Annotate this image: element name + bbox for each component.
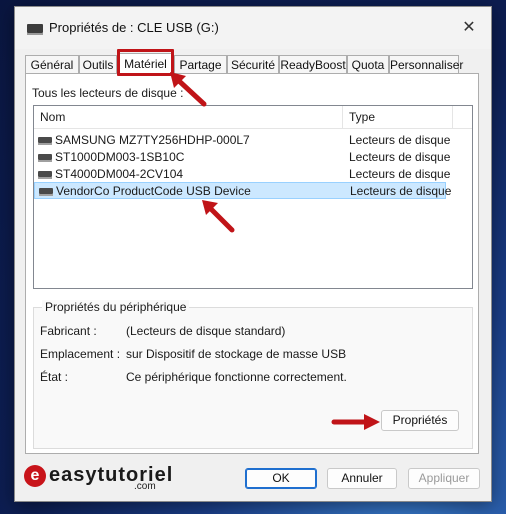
device-properties-group: Propriétés du périphérique Fabricant : (… bbox=[33, 300, 473, 449]
brand-suffix: .com bbox=[134, 481, 156, 492]
title-bar: Propriétés de : CLE USB (G:) ✕ bbox=[15, 7, 491, 49]
tab-readyboost[interactable]: ReadyBoost bbox=[279, 55, 347, 73]
hardware-panel: Tous les lecteurs de disque : Nom Type S… bbox=[25, 73, 479, 454]
status-value: Ce périphérique fonctionne correctement. bbox=[126, 370, 347, 384]
location-label: Emplacement : bbox=[40, 347, 121, 361]
disk-row[interactable]: ST1000DM003-1SB10C Lecteurs de disque bbox=[34, 149, 450, 166]
column-header-type[interactable]: Type bbox=[349, 110, 375, 124]
annotation-arrow-icon bbox=[202, 200, 235, 233]
tab-general[interactable]: Général bbox=[25, 55, 79, 73]
cancel-button[interactable]: Annuler bbox=[327, 468, 397, 489]
close-icon: ✕ bbox=[462, 19, 476, 36]
column-divider[interactable] bbox=[452, 106, 453, 128]
disk-drive-icon bbox=[38, 137, 52, 145]
status-label: État : bbox=[40, 370, 69, 384]
tab-outils[interactable]: Outils bbox=[79, 55, 117, 73]
ok-button[interactable]: OK bbox=[245, 468, 317, 489]
window-title: Propriétés de : CLE USB (G:) bbox=[49, 20, 219, 35]
disk-drive-icon bbox=[38, 154, 52, 162]
disk-drive-icon bbox=[39, 188, 53, 196]
disk-type: Lecteurs de disque bbox=[349, 133, 451, 147]
usb-drive-icon bbox=[27, 24, 43, 35]
properties-button[interactable]: Propriétés bbox=[381, 410, 459, 431]
tab-securite[interactable]: Sécurité bbox=[227, 55, 279, 73]
disk-type: Lecteurs de disque bbox=[349, 150, 451, 164]
disk-row-selected[interactable]: VendorCo ProductCode USB Device Lecteurs… bbox=[34, 182, 451, 199]
close-button[interactable]: ✕ bbox=[455, 15, 483, 41]
disk-row[interactable]: SAMSUNG MZ7TY256HDHP-000L7 Lecteurs de d… bbox=[34, 132, 450, 149]
disk-list-label: Tous les lecteurs de disque : bbox=[32, 86, 184, 100]
disk-type: Lecteurs de disque bbox=[350, 184, 452, 198]
disk-type: Lecteurs de disque bbox=[349, 167, 451, 181]
disk-row[interactable]: ST4000DM004-2CV104 Lecteurs de disque bbox=[34, 166, 450, 183]
disk-name: SAMSUNG MZ7TY256HDHP-000L7 bbox=[55, 133, 250, 147]
annotation-arrow-icon bbox=[331, 414, 380, 430]
properties-dialog: Propriétés de : CLE USB (G:) ✕ Général O… bbox=[14, 6, 492, 502]
disk-name: ST4000DM004-2CV104 bbox=[55, 167, 184, 181]
disk-list[interactable]: Nom Type SAMSUNG MZ7TY256HDHP-000L7 Lect… bbox=[33, 105, 473, 289]
location-value: sur Dispositif de stockage de masse USB bbox=[126, 347, 347, 361]
column-divider[interactable] bbox=[342, 106, 343, 128]
brand-logo: e bbox=[24, 465, 46, 487]
column-header-name[interactable]: Nom bbox=[40, 110, 65, 124]
tab-quota[interactable]: Quota bbox=[347, 55, 389, 73]
disk-name: ST1000DM003-1SB10C bbox=[55, 150, 185, 164]
list-header: Nom Type bbox=[34, 106, 472, 129]
disk-drive-icon bbox=[38, 171, 52, 179]
tab-personnaliser[interactable]: Personnaliser bbox=[389, 55, 463, 73]
manufacturer-label: Fabricant : bbox=[40, 324, 97, 338]
group-title: Propriétés du périphérique bbox=[42, 300, 190, 314]
apply-button: Appliquer bbox=[408, 468, 480, 489]
annotation-arrow-icon bbox=[170, 72, 207, 107]
manufacturer-value: (Lecteurs de disque standard) bbox=[126, 324, 286, 338]
